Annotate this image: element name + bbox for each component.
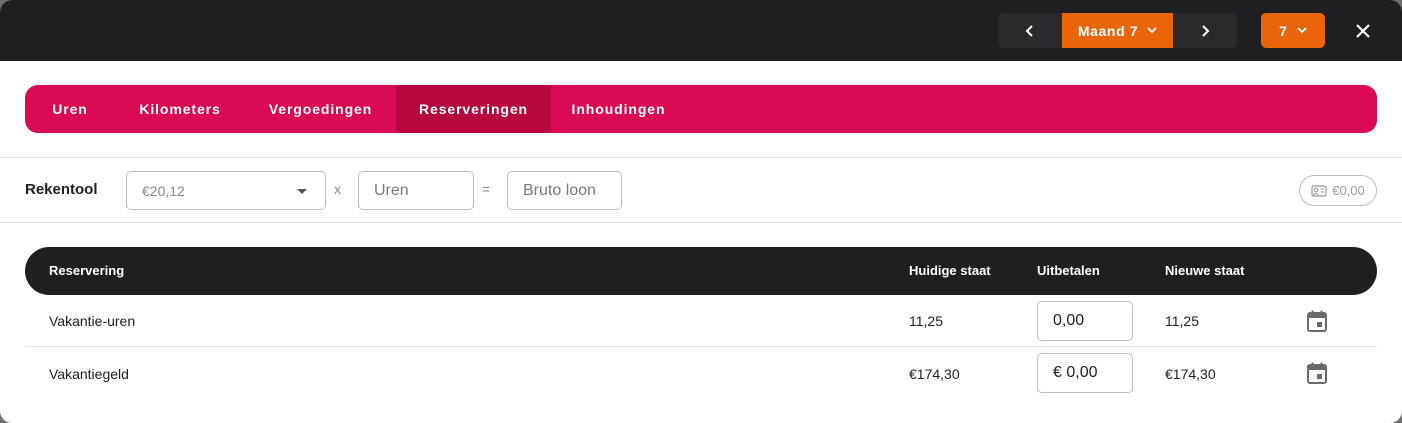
multiply-operator: x (334, 181, 341, 197)
new-balance: €174,30 (1165, 366, 1216, 382)
week-label: 7 (1279, 22, 1287, 39)
chevron-right-icon (1202, 24, 1210, 37)
chevron-down-icon (1297, 27, 1307, 34)
tab-inhoudingen[interactable]: Inhoudingen (551, 85, 686, 133)
rate-select-value: €20,12 (142, 182, 185, 199)
previous-month-button[interactable] (998, 13, 1062, 48)
payout-input[interactable] (1037, 353, 1133, 393)
table-row: Vakantiegeld €174,30 €174,30 (25, 347, 1377, 399)
tab-vergoedingen[interactable]: Vergoedingen (245, 85, 396, 133)
month-label: Maand 7 (1077, 22, 1139, 39)
divider (0, 222, 1402, 223)
dialog-window: Maand 7 7 Uren Kilometers Vergoedingen R… (0, 0, 1402, 423)
rate-select[interactable]: €20,12 (126, 171, 326, 210)
rekentool-total-badge: €0,00 (1299, 175, 1377, 206)
top-bar: Maand 7 7 (0, 0, 1402, 61)
month-navigator: Maand 7 (998, 13, 1237, 48)
current-balance: €174,30 (909, 366, 960, 382)
hours-input[interactable] (358, 171, 474, 210)
tab-uren[interactable]: Uren (25, 85, 115, 133)
chevron-down-icon (1147, 27, 1157, 34)
reservation-name: Vakantie-uren (49, 313, 136, 329)
close-button[interactable] (1349, 17, 1377, 45)
header-reservering: Reservering (49, 263, 125, 278)
calendar-icon[interactable] (1307, 310, 1327, 332)
table-header: Reservering Huidige staat Uitbetalen Nie… (25, 247, 1377, 295)
tab-bar: Uren Kilometers Vergoedingen Reservering… (25, 85, 1377, 133)
divider (0, 157, 1402, 158)
rekentool-label: Rekentool (25, 181, 98, 198)
header-nieuwe-staat: Nieuwe staat (1165, 263, 1245, 278)
header-huidige-staat: Huidige staat (909, 263, 991, 278)
calendar-icon[interactable] (1307, 362, 1327, 384)
month-select-button[interactable]: Maand 7 (1062, 13, 1173, 48)
calculator-icon (1311, 184, 1327, 197)
tab-kilometers[interactable]: Kilometers (115, 85, 245, 133)
table-row: Vakantie-uren 11,25 11,25 (25, 295, 1377, 347)
current-balance: 11,25 (909, 313, 943, 329)
tab-reserveringen[interactable]: Reserveringen (396, 85, 551, 133)
equals-operator: = (482, 181, 491, 197)
reservation-name: Vakantiegeld (49, 366, 129, 382)
header-uitbetalen: Uitbetalen (1037, 263, 1100, 278)
close-icon (1356, 24, 1370, 38)
week-select-button[interactable]: 7 (1261, 13, 1325, 48)
new-balance: 11,25 (1165, 313, 1199, 329)
gross-wage-input[interactable] (507, 171, 622, 210)
caret-down-icon (297, 189, 307, 194)
chevron-left-icon (1025, 24, 1033, 37)
rekentool-total: €0,00 (1332, 183, 1365, 198)
payout-input[interactable] (1037, 301, 1133, 341)
next-month-button[interactable] (1173, 13, 1237, 48)
